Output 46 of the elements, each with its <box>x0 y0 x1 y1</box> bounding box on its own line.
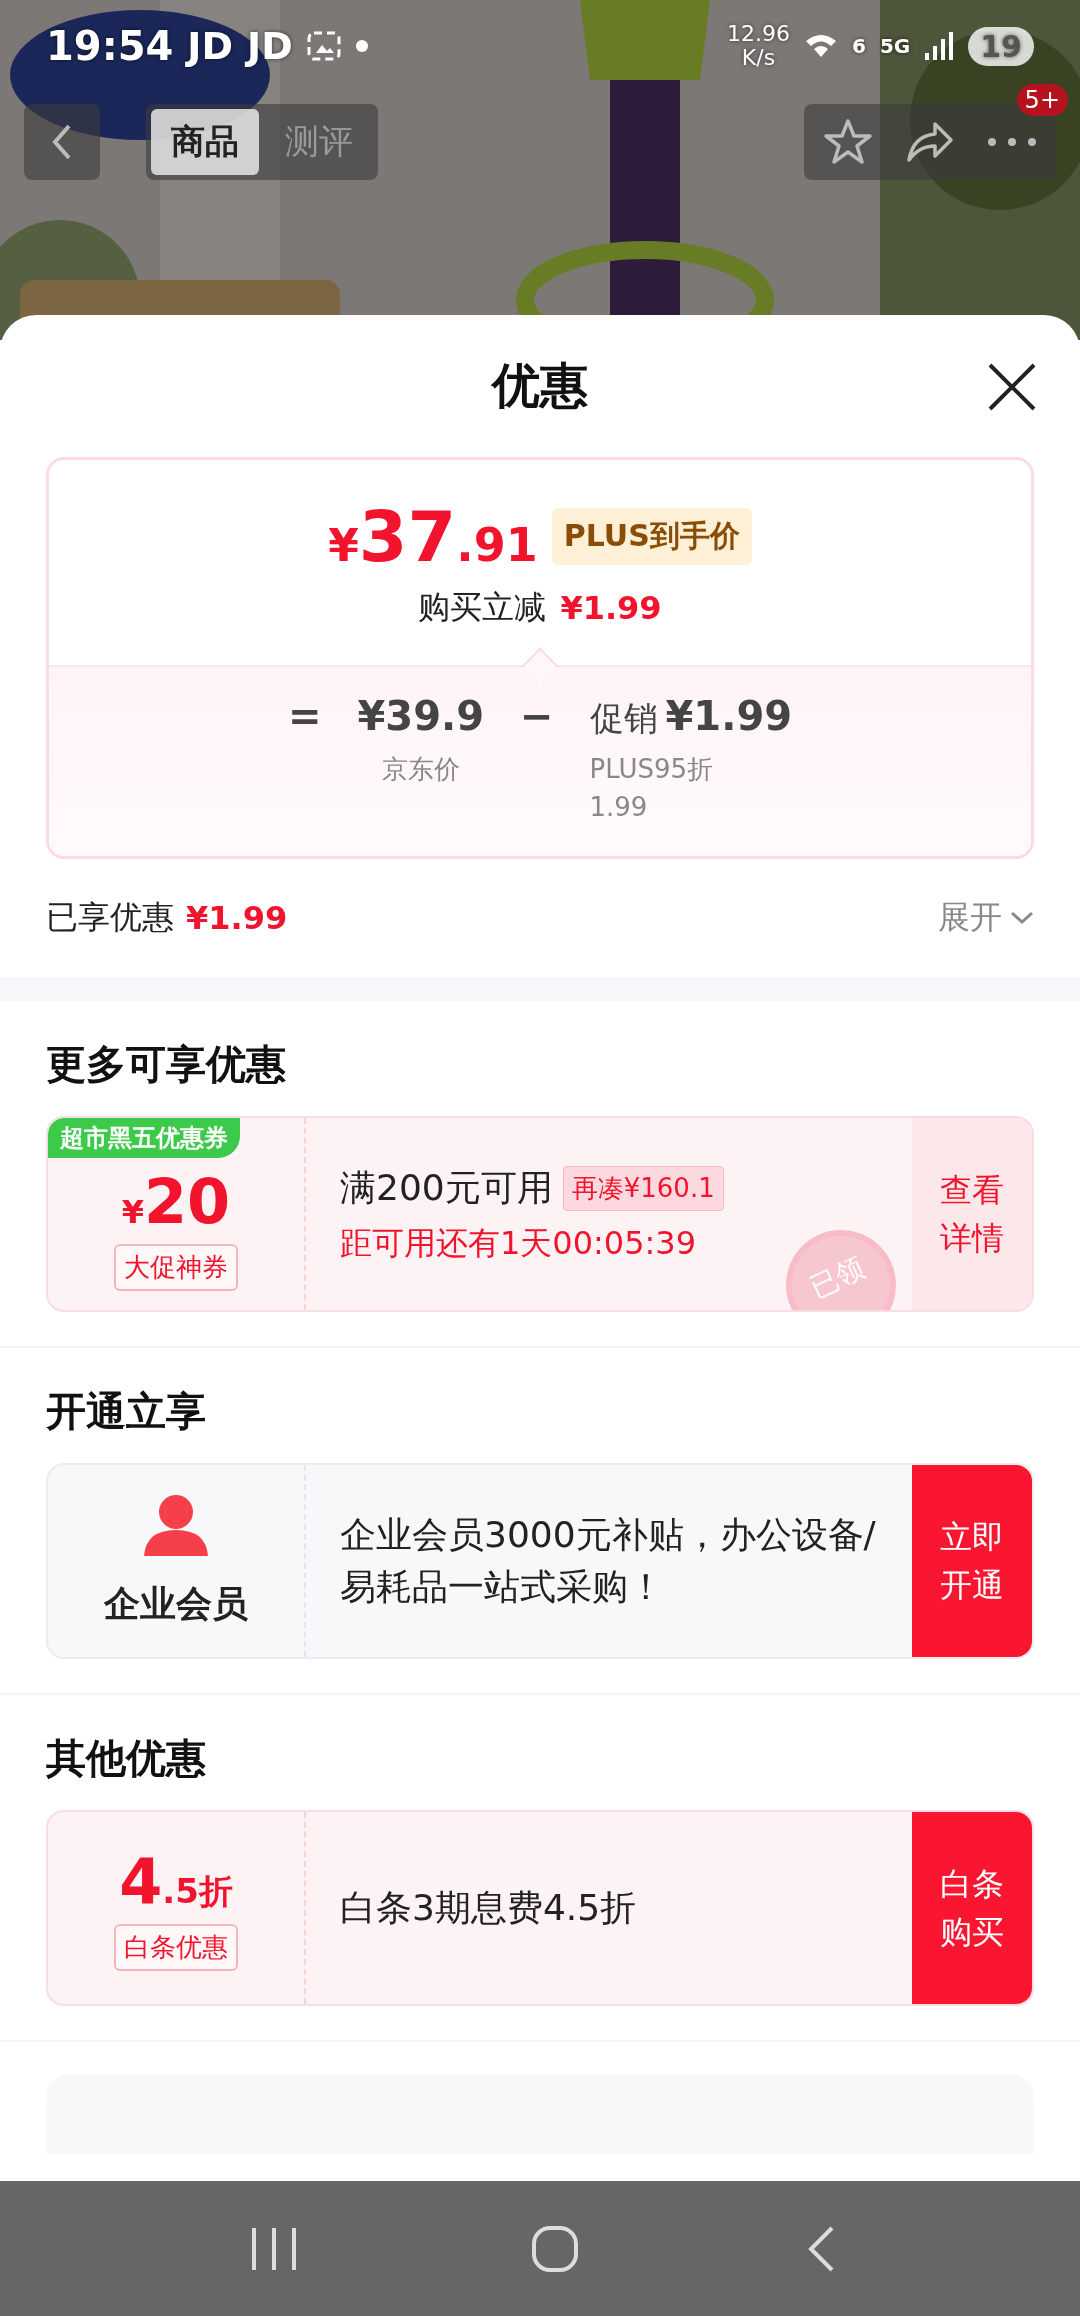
final-price: ¥37.91 <box>328 495 538 578</box>
nav-tab[interactable]: 测评 <box>265 109 373 175</box>
base-price-label: 京东价 <box>380 753 461 786</box>
nav-tab[interactable]: 商品 <box>151 109 259 175</box>
minus-sign: − <box>520 693 554 741</box>
member-description: 企业会员3000元补贴，办公设备/易耗品一站式采购！ <box>340 1513 877 1609</box>
person-icon <box>142 1493 210 1558</box>
wifi-label: 6 <box>852 34 866 58</box>
signal-icon <box>924 31 955 61</box>
discount-tag: 白条优惠 <box>114 1924 238 1971</box>
discount-description: 白条3期息费4.5折 <box>340 1886 638 1930</box>
home-icon[interactable] <box>531 2224 579 2273</box>
remaining-chip: 再凑¥160.1 <box>562 1165 724 1211</box>
coupon-ribbon: 超市黑五优惠券 <box>48 1118 240 1158</box>
coupon-tag: 大促神券 <box>114 1244 238 1291</box>
discount-amount: 4.5折 <box>119 1845 233 1918</box>
section-title: 开通立享 <box>46 1387 207 1436</box>
screenshot-icon <box>306 31 341 61</box>
details-button[interactable]: 查看详情 <box>912 1118 1032 1310</box>
equals-sign: = <box>287 693 322 741</box>
expand-button[interactable]: 展开 <box>938 896 1034 940</box>
network-speed: 12.96 K/s <box>727 22 790 70</box>
reduction-value: ¥1.99 <box>560 588 662 627</box>
dot-icon <box>354 39 369 53</box>
countdown-text: 距可用还有1天00:05:39 <box>340 1223 698 1264</box>
section-title: 其他优惠 <box>46 1734 207 1783</box>
coupon-condition: 满200元可用 <box>340 1166 553 1210</box>
price-tag: PLUS到手价 <box>551 508 752 565</box>
promo-note: 1.99 <box>589 791 649 824</box>
buy-button[interactable]: 白条购买 <box>912 1812 1032 2004</box>
coupon-amount: ¥20 <box>121 1165 231 1238</box>
enjoyed-label: 已享优惠 <box>46 897 174 938</box>
promo-amount: 促销 ¥1.99 <box>589 693 793 741</box>
chevron-down-icon <box>1010 911 1034 925</box>
status-time: 19:54 <box>46 23 174 69</box>
reduction-label: 购买立减 <box>418 586 547 628</box>
sheet-title: 优惠 <box>492 356 588 415</box>
back-button[interactable] <box>24 104 100 180</box>
notification-label: JD <box>187 24 233 68</box>
section-title: 更多可享优惠 <box>46 1040 287 1089</box>
promo-note: PLUS95折 <box>589 753 714 786</box>
member-name: 企业会员 <box>104 1581 248 1626</box>
base-price: ¥39.9 <box>357 693 484 741</box>
activate-button[interactable]: 立即开通 <box>912 1465 1032 1657</box>
enjoyed-value: ¥1.99 <box>186 899 288 937</box>
network-type: 5G <box>879 34 911 58</box>
